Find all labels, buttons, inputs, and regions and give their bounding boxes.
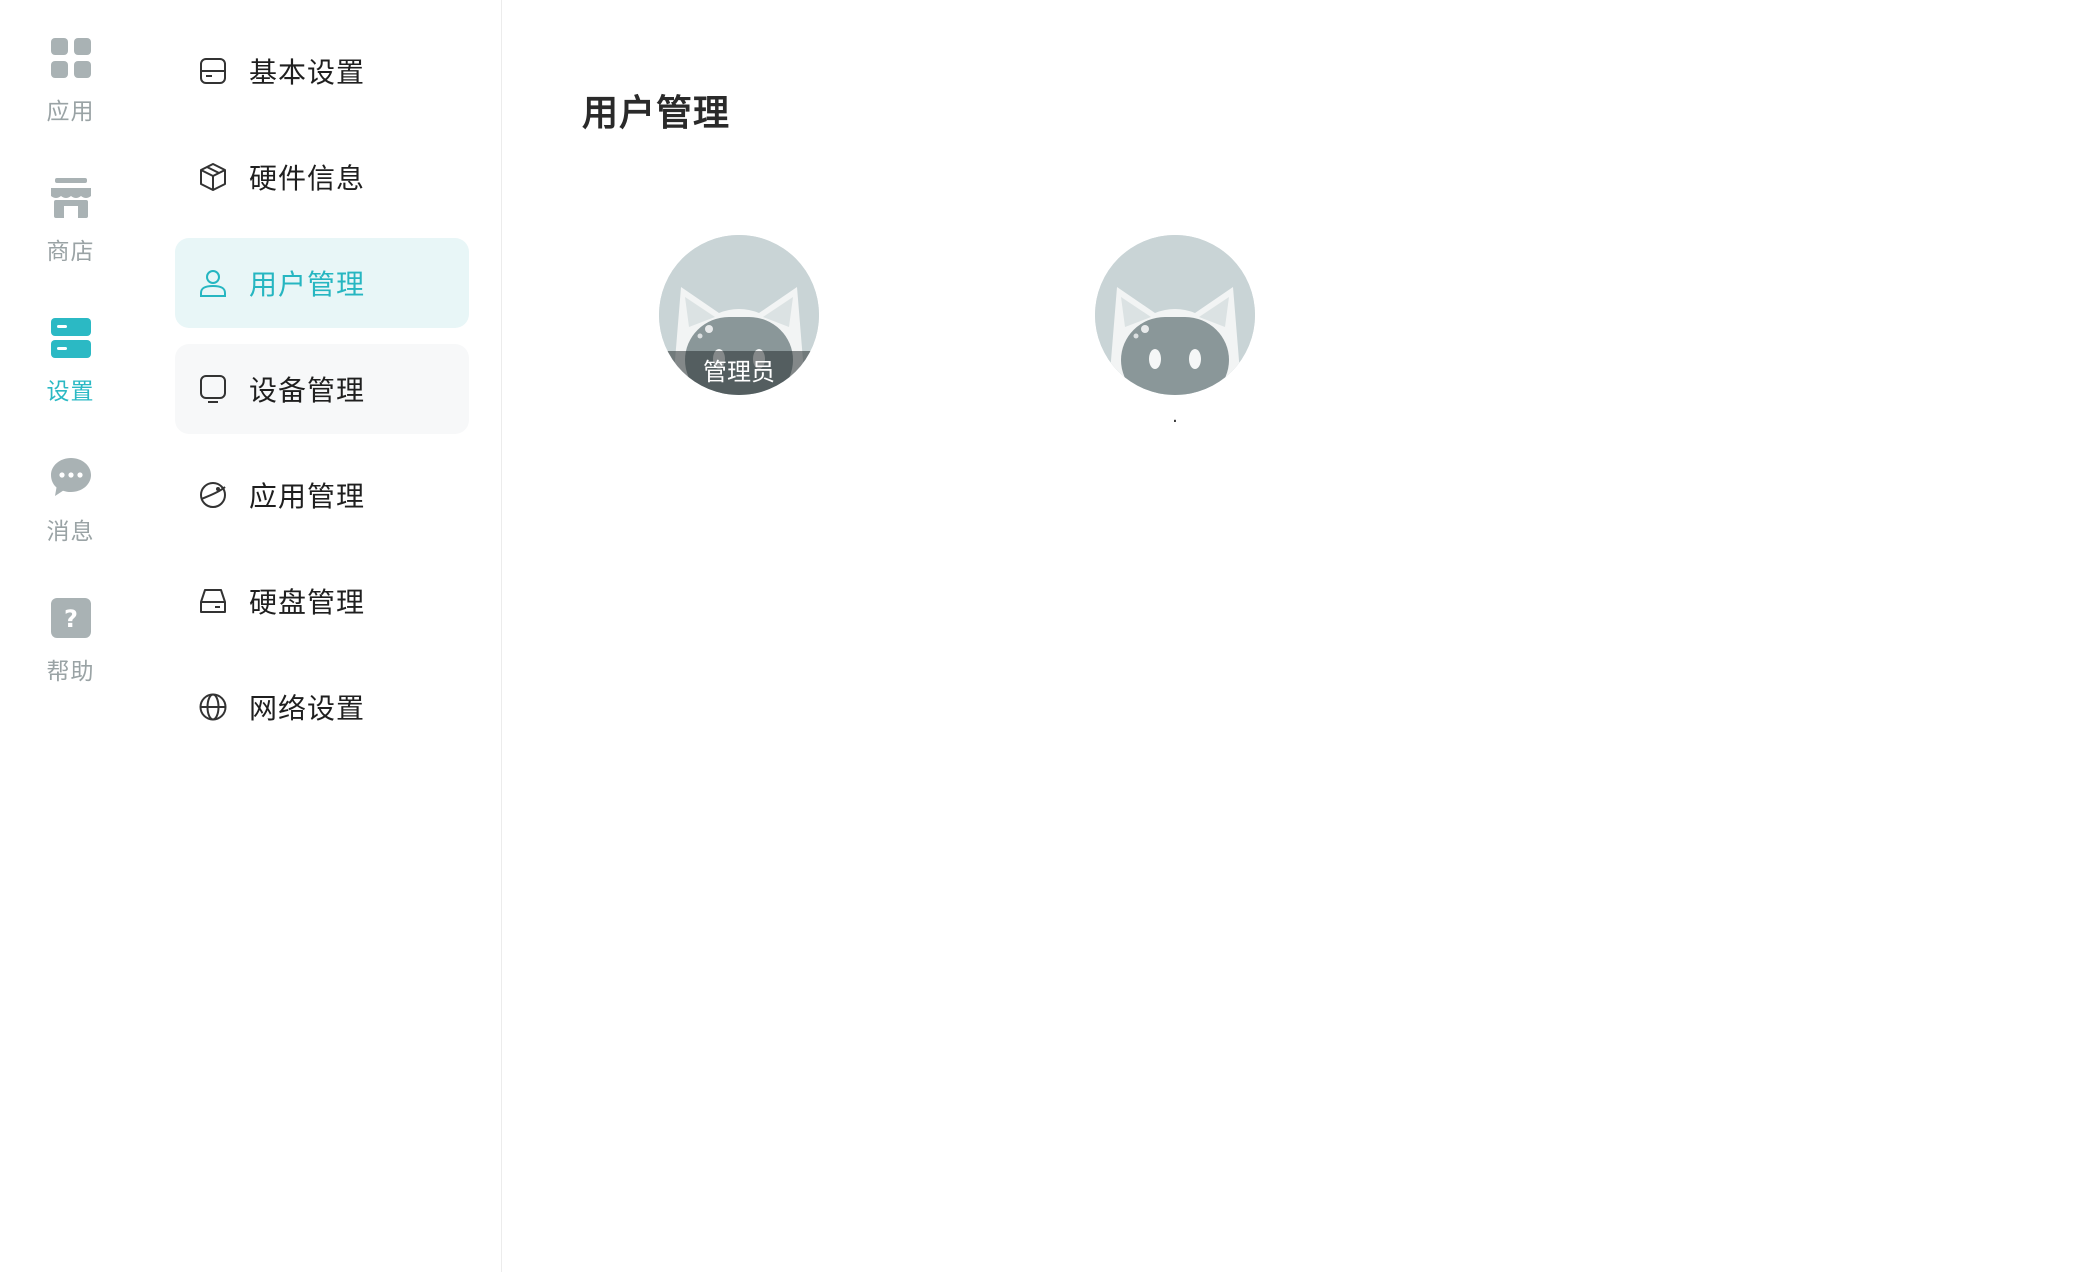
settings-sidebar: 基本设置 硬件信息 用户管理 设备管理 应用管理 硬盘管理 网络设置 [141,0,502,1272]
sidebar-item-device-management[interactable]: 设备管理 [175,344,469,434]
user-role-badge: 管理员 [659,351,819,395]
sidebar-item-label: 用户管理 [249,268,366,301]
help-icon: ? [49,596,93,640]
chat-bubble-icon [49,456,93,500]
sidebar-item-network-settings[interactable]: 网络设置 [175,662,469,752]
sidebar-item-disk-management[interactable]: 硬盘管理 [175,556,469,646]
user-card[interactable]: . [1095,235,1255,435]
rail-item-settings[interactable]: 设置 [0,280,141,410]
robot-cat-avatar-icon [1095,235,1255,395]
page-title: 用户管理 [582,93,731,134]
avatar: 管理员 [659,235,819,395]
app-rail: 应用 商店 设置 消息 ? 帮助 [0,0,142,1272]
rail-label: 帮助 [46,659,95,685]
rail-item-apps[interactable]: 应用 [0,0,141,130]
rail-item-help[interactable]: ? 帮助 [0,560,141,690]
avatar [1095,235,1255,395]
store-icon [49,176,93,220]
user-icon [197,267,229,299]
sidebar-item-label: 硬件信息 [249,162,366,195]
svg-text:?: ? [64,605,78,633]
settings-server-icon [49,316,93,360]
globe-icon [197,691,229,723]
rail-label: 商店 [46,239,95,265]
sidebar-item-label: 基本设置 [249,56,366,89]
sidebar-item-basic-settings[interactable]: 基本设置 [175,26,469,116]
sidebar-item-app-management[interactable]: 应用管理 [175,450,469,540]
sidebar-item-label: 网络设置 [249,692,366,725]
grid-icon [49,36,93,80]
rail-item-messages[interactable]: 消息 [0,420,141,550]
sidebar-item-hardware-info[interactable]: 硬件信息 [175,132,469,222]
sidebar-item-label: 硬盘管理 [249,586,366,619]
rail-label: 设置 [46,379,95,405]
sidebar-item-user-management[interactable]: 用户管理 [175,238,469,328]
planet-icon [197,479,229,511]
main-content: 用户管理 管理员 . [502,0,2092,1272]
tablet-icon [197,373,229,405]
rail-label: 消息 [46,519,95,545]
sidebar-item-label: 应用管理 [249,480,366,513]
cube-icon [197,161,229,193]
rail-label: 应用 [46,99,95,125]
user-card[interactable]: 管理员 [659,235,819,435]
document-card-icon [197,55,229,87]
sidebar-item-label: 设备管理 [249,374,366,407]
user-name: . [1172,406,1178,427]
hard-drive-icon [197,585,229,617]
rail-item-store[interactable]: 商店 [0,140,141,270]
